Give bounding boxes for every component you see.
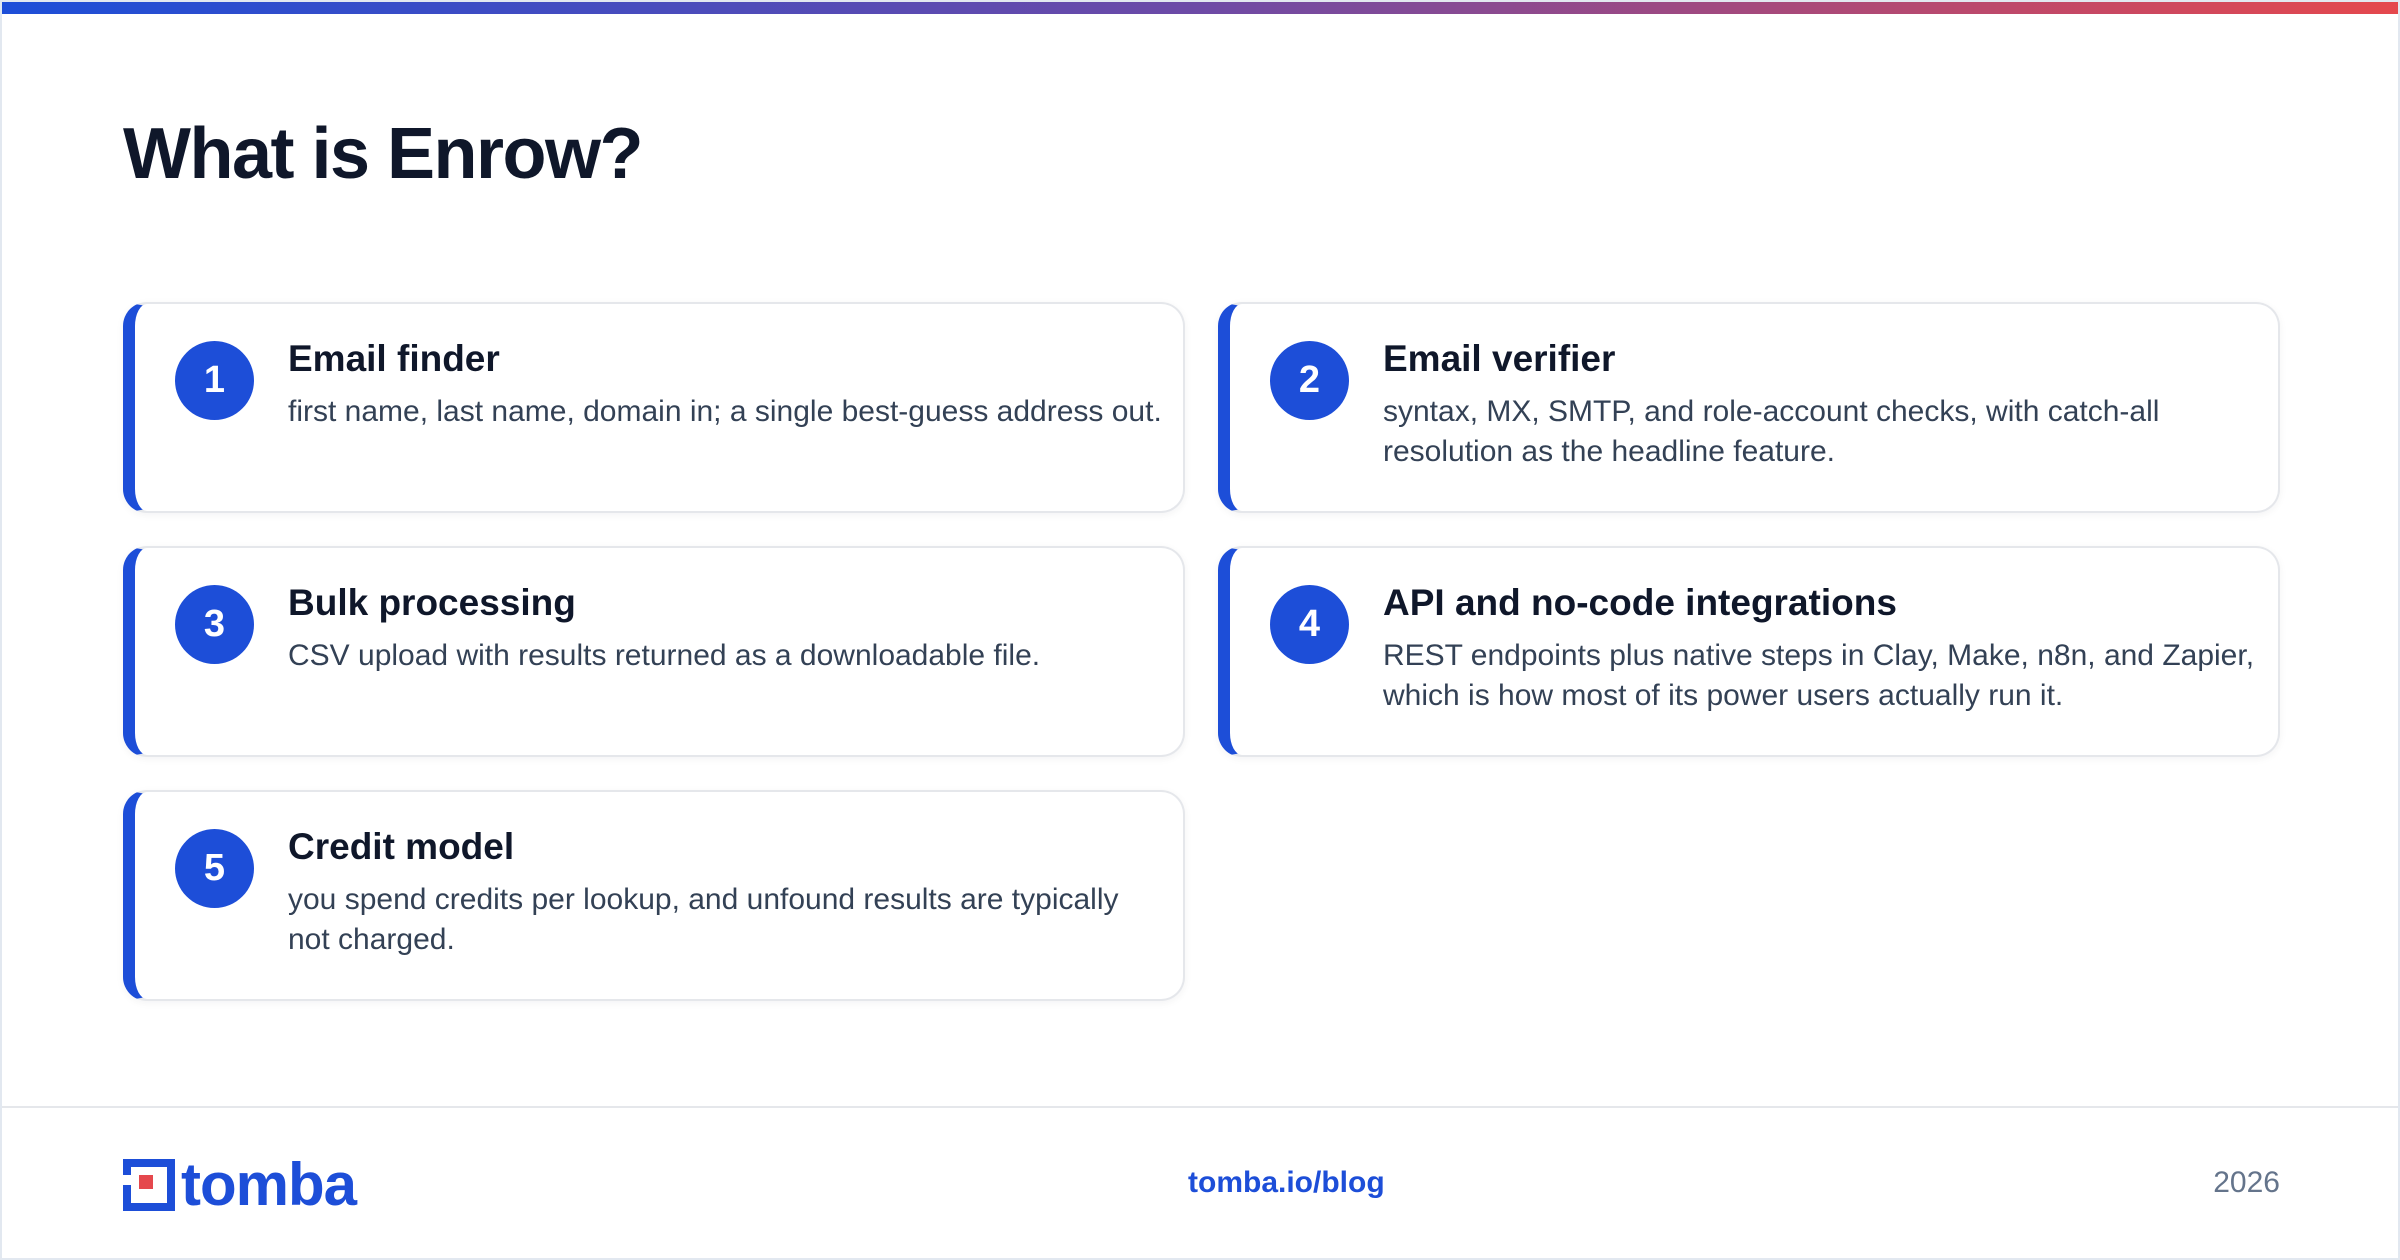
footer-year: 2026 <box>2213 1166 2280 1199</box>
feature-cards: 1 Email finder first name, last name, do… <box>123 302 2280 1001</box>
card-title: Email finder <box>288 338 500 379</box>
card-description: you spend credits per lookup, and unfoun… <box>288 883 1119 956</box>
footer: tomba tomba.io/blog 2026 <box>2 1106 2398 1258</box>
card-description: first name, last name, domain in; a sing… <box>288 395 1162 428</box>
card-description: syntax, MX, SMTP, and role-account check… <box>1383 395 2160 468</box>
card-title: Email verifier <box>1383 338 1616 379</box>
card-title: Bulk processing <box>288 582 576 623</box>
card-title: API and no-code integrations <box>1383 582 1897 623</box>
card-description: REST endpoints plus native steps in Clay… <box>1383 639 2255 712</box>
feature-card-email-finder: 1 Email finder first name, last name, do… <box>123 302 1185 513</box>
feature-card-bulk-processing: 3 Bulk processing CSV upload with result… <box>123 546 1185 757</box>
feature-card-api-integrations: 4 API and no-code integrations REST endp… <box>1218 546 2280 757</box>
blog-link[interactable]: tomba.io/blog <box>1188 1166 1385 1200</box>
slide: What is Enrow? 1 Email finder first name… <box>0 0 2400 1260</box>
card-number-badge: 2 <box>1270 341 1349 420</box>
card-title: Credit model <box>288 826 515 867</box>
tomba-logo[interactable]: tomba <box>123 1151 357 1218</box>
card-number-badge: 5 <box>175 829 254 908</box>
feature-card-email-verifier: 2 Email verifier syntax, MX, SMTP, and r… <box>1218 302 2280 513</box>
card-number-badge: 4 <box>1270 585 1349 664</box>
card-number-badge: 1 <box>175 341 254 420</box>
gradient-top-bar <box>2 2 2398 14</box>
feature-card-credit-model: 5 Credit model you spend credits per loo… <box>123 790 1185 1001</box>
card-description: CSV upload with results returned as a do… <box>288 639 1041 672</box>
logo-wordmark: tomba <box>181 1151 357 1218</box>
tomba-logo-icon <box>123 1159 175 1211</box>
card-number-badge: 3 <box>175 585 254 664</box>
page-title: What is Enrow? <box>123 114 644 194</box>
